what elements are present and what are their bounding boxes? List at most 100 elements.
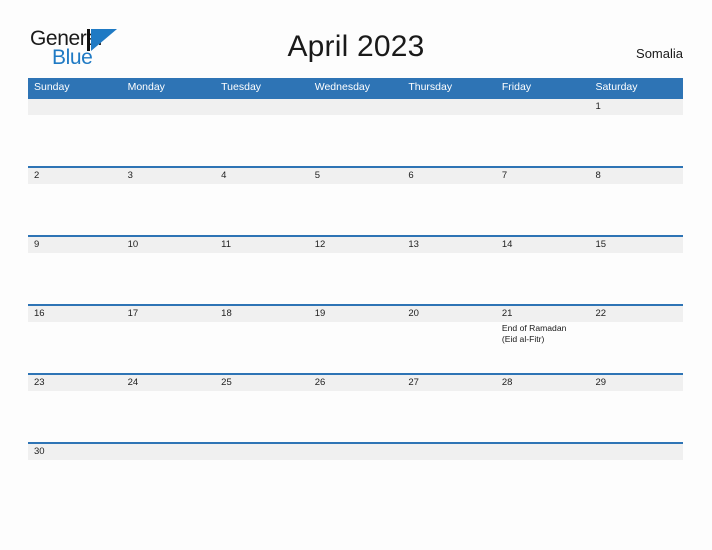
date-number[interactable]: 25 [215, 375, 309, 391]
date-number[interactable] [122, 444, 216, 460]
date-number[interactable]: 3 [122, 168, 216, 184]
date-number[interactable]: 18 [215, 306, 309, 322]
day-cell[interactable] [496, 184, 590, 235]
date-number[interactable]: 12 [309, 237, 403, 253]
calendar-grid: Sunday Monday Tuesday Wednesday Thursday… [28, 78, 683, 460]
day-cell[interactable] [28, 184, 122, 235]
day-cell[interactable] [309, 322, 403, 373]
week-body-strip [28, 115, 683, 166]
date-number[interactable]: 17 [122, 306, 216, 322]
date-number[interactable]: 30 [28, 444, 122, 460]
date-number[interactable]: 1 [589, 99, 683, 115]
week-row: 30 [28, 442, 683, 460]
day-cell[interactable] [309, 253, 403, 304]
date-number[interactable]: 24 [122, 375, 216, 391]
date-number[interactable]: 26 [309, 375, 403, 391]
date-number[interactable]: 23 [28, 375, 122, 391]
day-cell[interactable] [402, 184, 496, 235]
day-cell[interactable] [589, 322, 683, 373]
date-number[interactable] [215, 444, 309, 460]
day-cell[interactable] [215, 253, 309, 304]
day-cell[interactable] [28, 253, 122, 304]
day-cell[interactable] [309, 184, 403, 235]
date-number[interactable]: 22 [589, 306, 683, 322]
day-cell[interactable] [215, 391, 309, 442]
day-cell-holiday[interactable]: End of Ramadan (Eid al-Fitr) [496, 322, 590, 373]
date-number[interactable] [122, 99, 216, 115]
date-number[interactable]: 7 [496, 168, 590, 184]
date-number[interactable] [496, 99, 590, 115]
day-cell[interactable] [122, 253, 216, 304]
day-cell[interactable] [402, 322, 496, 373]
date-number[interactable] [589, 444, 683, 460]
week-body-strip: End of Ramadan (Eid al-Fitr) [28, 322, 683, 373]
day-header-tuesday: Tuesday [221, 81, 262, 93]
date-number[interactable]: 15 [589, 237, 683, 253]
day-cell[interactable] [496, 391, 590, 442]
week-row: 2 3 4 5 6 7 8 [28, 166, 683, 235]
date-number[interactable]: 2 [28, 168, 122, 184]
date-number[interactable]: 4 [215, 168, 309, 184]
day-header-saturday: Saturday [595, 81, 638, 93]
date-number[interactable]: 29 [589, 375, 683, 391]
week-body-strip [28, 253, 683, 304]
day-of-week-header: Sunday Monday Tuesday Wednesday Thursday… [28, 78, 683, 97]
date-number[interactable]: 28 [496, 375, 590, 391]
week-body-strip [28, 391, 683, 442]
week-date-strip: 30 [28, 444, 683, 460]
date-number[interactable] [402, 444, 496, 460]
week-row: 9 10 11 12 13 14 15 [28, 235, 683, 304]
date-number[interactable] [402, 99, 496, 115]
day-cell[interactable] [122, 391, 216, 442]
day-cell[interactable] [589, 391, 683, 442]
day-cell[interactable] [122, 115, 216, 166]
day-cell[interactable] [589, 184, 683, 235]
page-title: April 2023 [287, 30, 425, 63]
week-date-strip: 2 3 4 5 6 7 8 [28, 168, 683, 184]
date-number[interactable] [28, 99, 122, 115]
week-row: 1 [28, 97, 683, 166]
date-number[interactable]: 19 [309, 306, 403, 322]
week-date-strip: 1 [28, 99, 683, 115]
day-cell[interactable] [496, 115, 590, 166]
page-header: General Blue April 2023 Somalia [0, 0, 712, 78]
day-cell[interactable] [402, 115, 496, 166]
date-number[interactable]: 5 [309, 168, 403, 184]
day-cell[interactable] [496, 253, 590, 304]
day-cell[interactable] [28, 115, 122, 166]
date-number[interactable] [309, 444, 403, 460]
date-number[interactable]: 27 [402, 375, 496, 391]
week-row: 23 24 25 26 27 28 29 [28, 373, 683, 442]
date-number[interactable]: 10 [122, 237, 216, 253]
week-body-strip [28, 184, 683, 235]
event-text: End of Ramadan (Eid al-Fitr) [501, 323, 567, 344]
day-cell[interactable] [309, 115, 403, 166]
day-cell[interactable] [215, 184, 309, 235]
date-number[interactable]: 14 [496, 237, 590, 253]
date-number[interactable] [215, 99, 309, 115]
date-number[interactable]: 13 [402, 237, 496, 253]
day-cell[interactable] [589, 253, 683, 304]
day-cell[interactable] [215, 322, 309, 373]
week-row: 16 17 18 19 20 21 22 End of Ramadan (Eid… [28, 304, 683, 373]
day-cell[interactable] [122, 322, 216, 373]
day-cell[interactable] [402, 391, 496, 442]
day-cell[interactable] [28, 322, 122, 373]
day-cell[interactable] [215, 115, 309, 166]
day-cell[interactable] [309, 391, 403, 442]
date-number[interactable]: 11 [215, 237, 309, 253]
day-cell[interactable] [402, 253, 496, 304]
date-number[interactable] [496, 444, 590, 460]
week-date-strip: 16 17 18 19 20 21 22 [28, 306, 683, 322]
date-number[interactable] [309, 99, 403, 115]
date-number[interactable]: 6 [402, 168, 496, 184]
date-number[interactable]: 16 [28, 306, 122, 322]
date-number[interactable]: 9 [28, 237, 122, 253]
date-number[interactable]: 8 [589, 168, 683, 184]
day-cell[interactable] [122, 184, 216, 235]
day-cell[interactable] [589, 115, 683, 166]
day-header-wednesday: Wednesday [314, 81, 370, 93]
date-number[interactable]: 20 [402, 306, 496, 322]
date-number[interactable]: 21 [496, 306, 590, 322]
day-cell[interactable] [28, 391, 122, 442]
